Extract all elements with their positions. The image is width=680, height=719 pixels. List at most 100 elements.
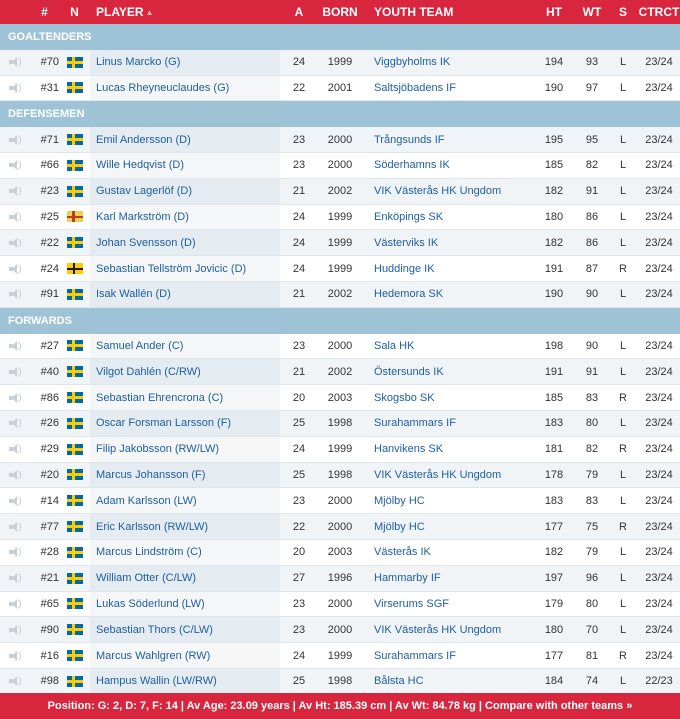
header-shoots[interactable]: S <box>608 5 638 19</box>
youth-team-link[interactable]: Viggbyholms IK <box>362 56 532 68</box>
header-contract[interactable]: CTRCT <box>638 5 680 19</box>
header-number[interactable]: # <box>30 5 59 19</box>
youth-team-link[interactable]: VIK Västerås HK Ungdom <box>362 624 532 636</box>
player-name-link[interactable]: Linus Marcko (G) <box>90 49 280 75</box>
player-name-link[interactable]: Adam Karlsson (LW) <box>90 488 280 514</box>
youth-team-link[interactable]: Mjölby HC <box>362 521 532 533</box>
pronunciation-button[interactable] <box>0 469 30 480</box>
youth-team-link[interactable]: Bålsta HC <box>362 675 532 687</box>
pronunciation-button[interactable] <box>0 263 30 274</box>
player-name-link[interactable]: Sebastian Tellström Jovicic (D) <box>90 256 280 281</box>
pronunciation-button[interactable] <box>0 547 30 558</box>
pronunciation-button[interactable] <box>0 340 30 351</box>
pronunciation-button[interactable] <box>0 366 30 377</box>
header-weight[interactable]: WT <box>576 5 608 19</box>
player-age: 23 <box>292 494 306 507</box>
pronunciation-button[interactable] <box>0 598 30 609</box>
pronunciation-button[interactable] <box>0 392 30 403</box>
player-name-link[interactable]: Isak Wallén (D) <box>90 281 280 307</box>
roster-footer: Position: G: 2, D: 7, F: 14 | Av Age: 23… <box>0 693 680 719</box>
player-name-link[interactable]: Wille Hedqvist (D) <box>90 152 280 178</box>
nationality-flag <box>59 340 90 352</box>
player-height: 183 <box>544 494 564 507</box>
header-player[interactable]: PLAYER ▲ <box>90 0 280 24</box>
player-height: 178 <box>544 468 564 481</box>
player-name-link[interactable]: Vilgot Dahlén (C/RW) <box>90 359 280 385</box>
pronunciation-button[interactable] <box>0 211 30 222</box>
youth-team-link[interactable]: Söderhamns IK <box>362 159 532 171</box>
pronunciation-button[interactable] <box>0 57 30 68</box>
header-age[interactable]: A <box>280 5 318 19</box>
youth-team-link[interactable]: Hanvikens SK <box>362 443 532 455</box>
player-name-link[interactable]: William Otter (C/LW) <box>90 565 280 591</box>
youth-team-link[interactable]: Enköpings SK <box>362 211 532 223</box>
youth-team-link[interactable]: Virserums SGF <box>362 598 532 610</box>
pronunciation-button[interactable] <box>0 444 30 455</box>
player-height: 191 <box>544 365 564 378</box>
pronunciation-button[interactable] <box>0 676 30 687</box>
youth-team-link[interactable]: Trångsunds IF <box>362 134 532 146</box>
player-name-link[interactable]: Gustav Lagerlöf (D) <box>90 178 280 204</box>
pronunciation-button[interactable] <box>0 650 30 661</box>
player-contract: 23/24 <box>645 133 673 146</box>
header-born[interactable]: BORN <box>318 5 362 19</box>
youth-team-link[interactable]: VIK Västerås HK Ungdom <box>362 185 532 197</box>
player-shoots: R <box>619 443 627 456</box>
player-name-link[interactable]: Lucas Rheyneuclaudes (G) <box>90 75 280 101</box>
youth-team-link[interactable]: VIK Västerås HK Ungdom <box>362 469 532 481</box>
pronunciation-button[interactable] <box>0 82 30 93</box>
player-shoots: L <box>619 597 627 610</box>
jersey-number: #23 <box>40 185 59 198</box>
player-name-link[interactable]: Filip Jakobsson (RW/LW) <box>90 436 280 462</box>
player-born: 1999 <box>327 443 353 456</box>
nationality-flag <box>59 392 90 404</box>
player-name-link[interactable]: Oscar Forsman Larsson (F) <box>90 410 280 436</box>
youth-team-link[interactable]: Saltsjöbadens IF <box>362 82 532 94</box>
pronunciation-button[interactable] <box>0 237 30 248</box>
player-name-link[interactable]: Karl Markström (D) <box>90 204 280 230</box>
pronunciation-button[interactable] <box>0 573 30 584</box>
header-youth-team[interactable]: YOUTH TEAM <box>362 5 532 19</box>
youth-team-link[interactable]: Mjölby HC <box>362 495 532 507</box>
youth-team-link[interactable]: Hammarby IF <box>362 572 532 584</box>
pronunciation-button[interactable] <box>0 418 30 429</box>
youth-team-link[interactable]: Västerviks IK <box>362 237 532 249</box>
youth-team-link[interactable]: Västerås IK <box>362 546 532 558</box>
player-shoots: L <box>619 210 627 223</box>
player-name-link[interactable]: Lukas Söderlund (LW) <box>90 591 280 617</box>
youth-team-link[interactable]: Östersunds IK <box>362 366 532 378</box>
player-name-link[interactable]: Sebastian Ehrencrona (C) <box>90 385 280 410</box>
pronunciation-button[interactable] <box>0 186 30 197</box>
player-name-link[interactable]: Eric Karlsson (RW/LW) <box>90 514 280 539</box>
youth-team-link[interactable]: Huddinge IK <box>362 263 532 275</box>
youth-team-link[interactable]: Sala HK <box>362 340 532 352</box>
pronunciation-button[interactable] <box>0 160 30 171</box>
header-height[interactable]: HT <box>532 5 576 19</box>
header-nationality[interactable]: N <box>59 5 90 19</box>
speaker-icon <box>8 650 22 661</box>
pronunciation-button[interactable] <box>0 624 30 635</box>
player-name-link[interactable]: Marcus Johansson (F) <box>90 462 280 488</box>
pronunciation-button[interactable] <box>0 289 30 300</box>
youth-team-link[interactable]: Surahammars IF <box>362 417 532 429</box>
youth-team-link[interactable]: Skogsbo SK <box>362 392 532 404</box>
youth-team-link[interactable]: Hedemora SK <box>362 288 532 300</box>
player-name-link[interactable]: Sebastian Thors (C/LW) <box>90 617 280 643</box>
youth-team-link[interactable]: Surahammars IF <box>362 650 532 662</box>
table-row: #21 William Otter (C/LW) 27 1996 Hammarby IF… <box>0 565 680 592</box>
player-name-link[interactable]: Johan Svensson (D) <box>90 230 280 256</box>
player-height: 190 <box>544 288 564 301</box>
player-name-link[interactable]: Marcus Wahlgren (RW) <box>90 643 280 668</box>
player-name-link[interactable]: Marcus Lindström (C) <box>90 539 280 565</box>
pronunciation-button[interactable] <box>0 495 30 506</box>
compare-teams-link[interactable]: Compare with other teams » <box>485 700 632 712</box>
player-born: 2000 <box>327 520 353 533</box>
player-name-link[interactable]: Hampus Wallin (LW/RW) <box>90 668 280 694</box>
pronunciation-button[interactable] <box>0 521 30 532</box>
player-age: 25 <box>292 468 306 481</box>
flag-icon <box>66 495 83 507</box>
player-name-link[interactable]: Emil Andersson (D) <box>90 127 280 152</box>
player-name-link[interactable]: Samuel Ander (C) <box>90 333 280 359</box>
pronunciation-button[interactable] <box>0 134 30 145</box>
nationality-flag <box>59 82 90 94</box>
